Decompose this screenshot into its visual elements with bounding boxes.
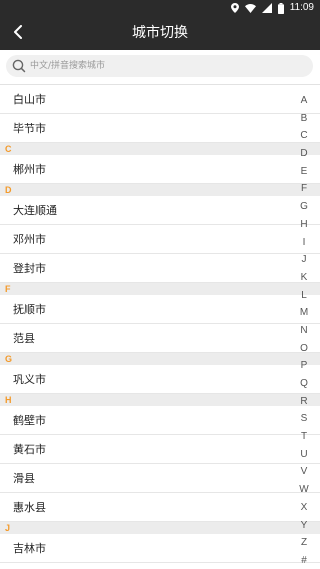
city-list-item[interactable]: 抚顺市 — [0, 295, 320, 324]
index-letter[interactable]: L — [297, 287, 311, 305]
city-switch-screen: 11:09 城市切换 白山市毕节市C郴州市D大连顺通邓州市登封市F抚顺市范县G巩… — [0, 0, 320, 569]
section-header: H — [0, 394, 320, 406]
search-bar — [0, 50, 320, 83]
section-header: F — [0, 283, 320, 295]
index-letter[interactable]: J — [297, 251, 311, 269]
section-header: J — [0, 522, 320, 534]
city-list: 白山市 毕节市 C 郴州市 D 大连顺通 邓州市 登封市 F 抚顺市 范县 G 巩义市 H 鹤壁市 黄石市 滑县… — [0, 85, 320, 563]
city-name: 鹤壁市 — [13, 414, 46, 427]
section-letter: C — [5, 144, 12, 154]
city-name: 白山市 — [13, 93, 46, 106]
alphabet-index: A B C D E F G H I J K L M N O P Q R S T U V W X Y Z # — [297, 92, 311, 569]
search-icon — [11, 58, 27, 74]
section-letter: J — [5, 523, 11, 533]
page-title: 城市切换 — [132, 25, 188, 41]
index-letter[interactable]: N — [297, 322, 311, 340]
city-name: 惠水县 — [13, 501, 46, 514]
city-name: 大连顺通 — [13, 204, 57, 217]
index-letter[interactable]: B — [297, 110, 311, 128]
section-letter: G — [5, 354, 13, 364]
city-list-item[interactable]: 吉林市 — [0, 534, 320, 563]
section-header: G — [0, 353, 320, 365]
city-name: 范县 — [13, 332, 35, 345]
index-letter[interactable]: K — [297, 269, 311, 287]
index-letter[interactable]: Z — [297, 534, 311, 552]
signal-icon — [261, 3, 272, 13]
city-list-item[interactable]: 大连顺通 — [0, 196, 320, 225]
status-bar: 11:09 — [0, 0, 320, 16]
app-header: 城市切换 — [0, 16, 320, 50]
city-list-item[interactable]: 范县 — [0, 324, 320, 353]
city-list-item[interactable]: 鹤壁市 — [0, 406, 320, 435]
index-letter[interactable]: F — [297, 180, 311, 198]
section-letter: D — [5, 185, 12, 195]
city-name: 抚顺市 — [13, 303, 46, 316]
index-letter[interactable]: W — [297, 481, 311, 499]
index-letter[interactable]: H — [297, 216, 311, 234]
city-name: 郴州市 — [13, 163, 46, 176]
city-list-item[interactable]: 邓州市 — [0, 225, 320, 254]
index-letter[interactable]: Q — [297, 375, 311, 393]
index-letter[interactable]: D — [297, 145, 311, 163]
location-icon — [230, 3, 239, 13]
index-letter[interactable]: A — [297, 92, 311, 110]
section-header: C — [0, 143, 320, 155]
index-letter[interactable]: V — [297, 463, 311, 481]
city-name: 吉林市 — [13, 542, 46, 555]
city-name: 登封市 — [13, 262, 46, 275]
city-list-item[interactable]: 黄石市 — [0, 435, 320, 464]
city-name: 滑县 — [13, 472, 35, 485]
city-list-item[interactable]: 登封市 — [0, 254, 320, 283]
status-time: 11:09 — [289, 2, 314, 13]
index-letter[interactable]: U — [297, 446, 311, 464]
city-list-item[interactable]: 郴州市 — [0, 155, 320, 184]
index-letter[interactable]: R — [297, 393, 311, 411]
city-list-item[interactable]: 滑县 — [0, 464, 320, 493]
city-name: 巩义市 — [13, 373, 46, 386]
index-letter[interactable]: # — [297, 552, 311, 569]
index-letter[interactable]: G — [297, 198, 311, 216]
city-name: 黄石市 — [13, 443, 46, 456]
index-letter[interactable]: C — [297, 127, 311, 145]
city-name: 毕节市 — [13, 122, 46, 135]
index-letter[interactable]: M — [297, 304, 311, 322]
search-box[interactable] — [6, 55, 313, 77]
index-letter[interactable]: Y — [297, 517, 311, 535]
city-list-item[interactable]: 白山市 — [0, 85, 320, 114]
section-letter: H — [5, 395, 12, 405]
battery-icon — [277, 2, 284, 14]
search-input[interactable] — [30, 55, 300, 77]
city-name: 邓州市 — [13, 233, 46, 246]
wifi-icon — [244, 3, 256, 13]
section-header: D — [0, 184, 320, 196]
section-letter: F — [5, 284, 11, 294]
index-letter[interactable]: I — [297, 234, 311, 252]
city-list-item[interactable]: 巩义市 — [0, 365, 320, 394]
index-letter[interactable]: S — [297, 410, 311, 428]
index-letter[interactable]: E — [297, 163, 311, 181]
city-list-item[interactable]: 惠水县 — [0, 493, 320, 522]
index-letter[interactable]: O — [297, 340, 311, 358]
index-letter[interactable]: X — [297, 499, 311, 517]
index-letter[interactable]: P — [297, 357, 311, 375]
status-icons: 11:09 — [230, 2, 314, 14]
city-list-item[interactable]: 毕节市 — [0, 114, 320, 143]
index-letter[interactable]: T — [297, 428, 311, 446]
